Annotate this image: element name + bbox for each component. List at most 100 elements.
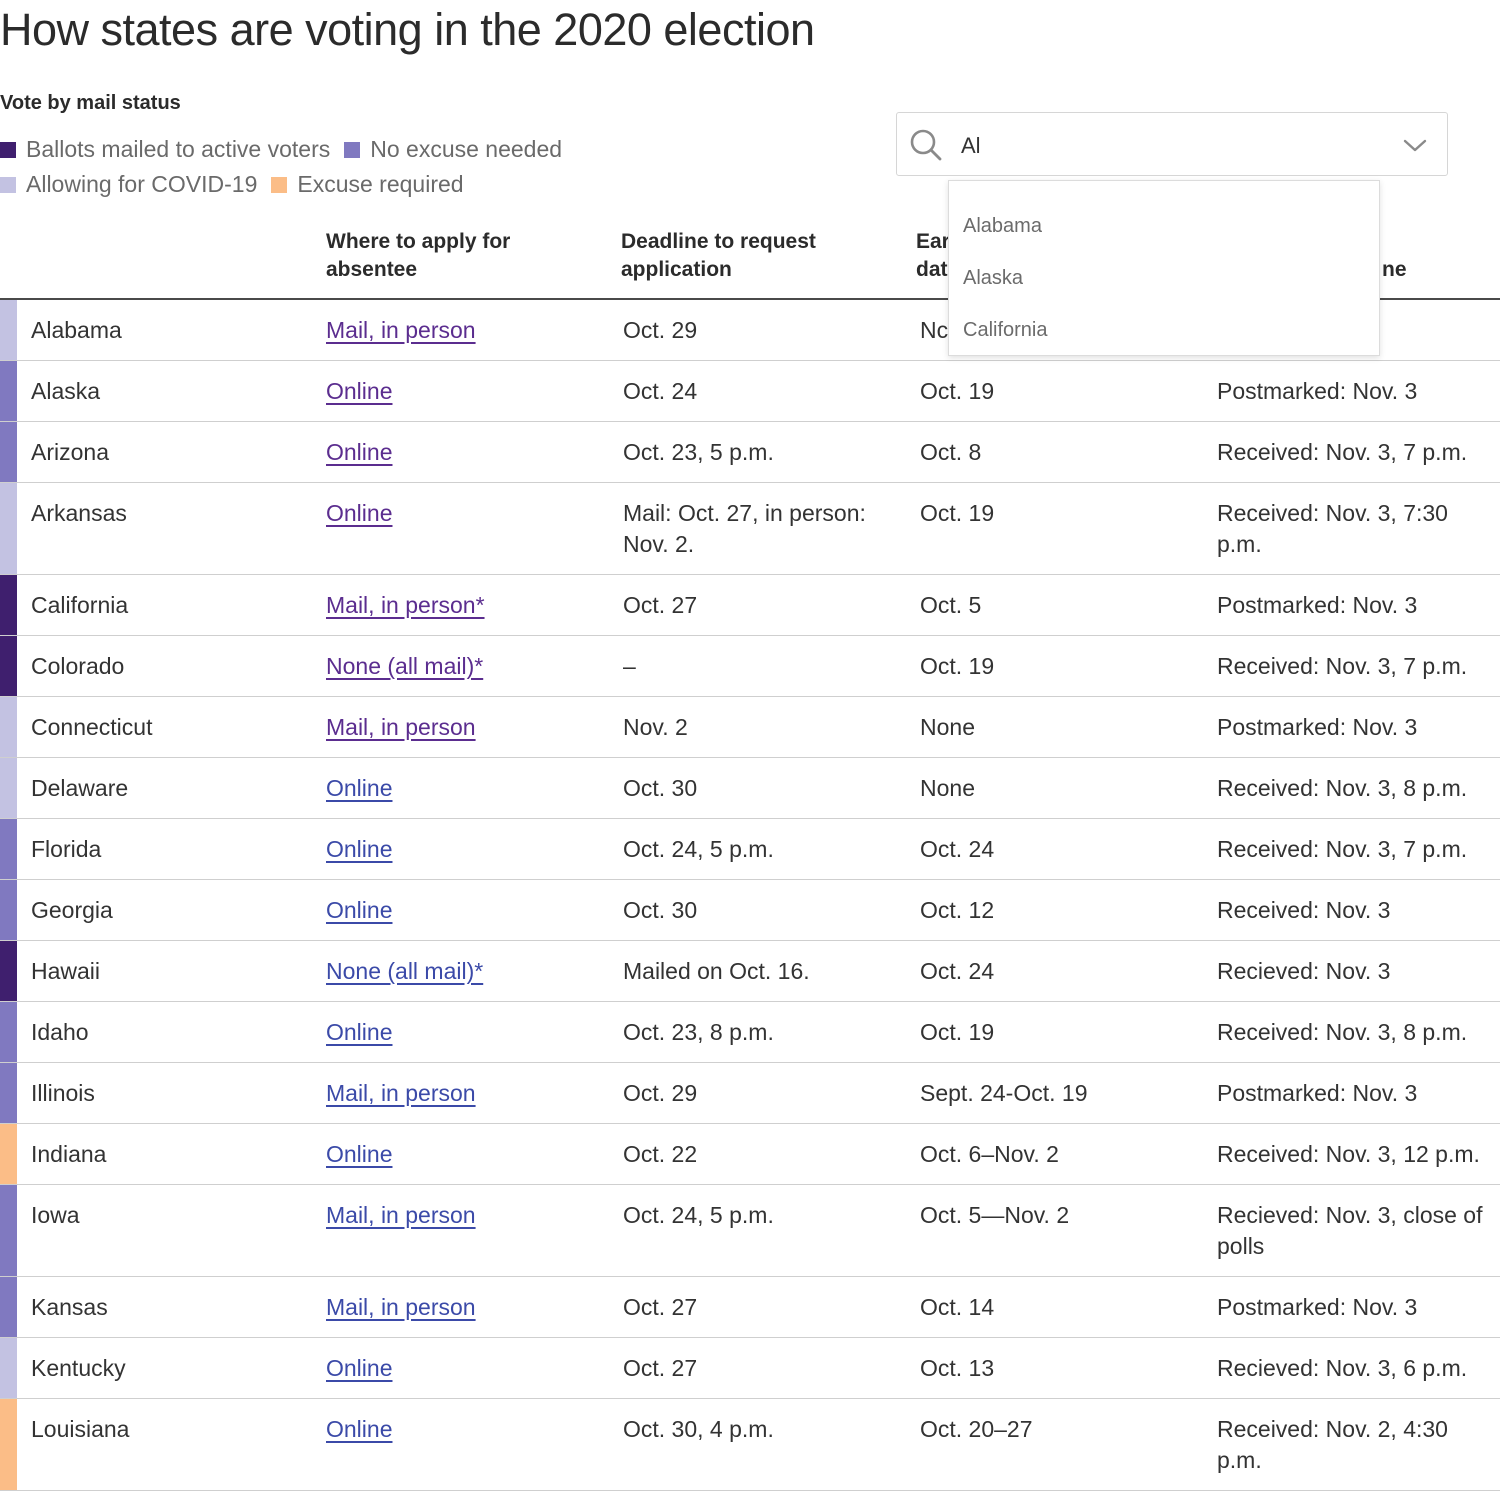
table-row: Illinois Mail, in person Oct. 29 Sept. 24-O…	[0, 1063, 1500, 1124]
return-deadline: Postmarked: Nov. 3	[1217, 714, 1418, 740]
apply-link[interactable]: Online	[326, 437, 606, 468]
apply-link[interactable]: Online	[326, 498, 606, 529]
apply-link[interactable]: Mail, in person*	[326, 590, 606, 621]
status-color-bar	[0, 880, 17, 940]
table-row: Georgia Online Oct. 30 Oct. 12 Received: Nov…	[0, 880, 1500, 941]
legend-swatch	[271, 176, 288, 193]
state-name: Arizona	[31, 439, 109, 465]
state-name: Iowa	[31, 1202, 80, 1228]
state-name: Georgia	[31, 897, 113, 923]
page-title: How states are voting in the 2020 electi…	[0, 4, 815, 55]
request-deadline: Oct. 27	[623, 1355, 698, 1381]
status-color-bar	[0, 819, 17, 879]
early-voting-date: Sept. 24-Oct. 19	[920, 1080, 1088, 1106]
search-input[interactable]: Al	[961, 133, 981, 159]
chevron-down-icon[interactable]	[1401, 133, 1429, 157]
request-deadline: Mailed on Oct. 16.	[623, 958, 810, 984]
table-row: California Mail, in person* Oct. 27 Oct. 5 P…	[0, 575, 1500, 636]
legend-item-covid: Allowing for COVID-19	[0, 171, 257, 198]
return-deadline: Received: Nov. 3, 8 p.m.	[1217, 1019, 1468, 1045]
table-row: Idaho Online Oct. 23, 8 p.m. Oct. 19 Receive…	[0, 1002, 1500, 1063]
early-voting-date: Oct. 19	[920, 378, 995, 404]
request-deadline: Oct. 27	[623, 1294, 698, 1320]
request-deadline: Oct. 30, 4 p.m.	[623, 1416, 774, 1442]
table-row: Colorado None (all mail)* – Oct. 19 Received…	[0, 636, 1500, 697]
state-name: Colorado	[31, 653, 125, 679]
apply-link[interactable]: Mail, in person	[326, 315, 606, 346]
early-voting-date: Oct. 5	[920, 592, 982, 618]
state-name: Florida	[31, 836, 102, 862]
table-row: Kentucky Online Oct. 27 Oct. 13 Recieved: No…	[0, 1338, 1500, 1399]
return-deadline: Recieved: Nov. 3, 6 p.m.	[1217, 1355, 1468, 1381]
apply-link[interactable]: Mail, in person	[326, 712, 606, 743]
return-deadline: Postmarked: Nov. 3	[1217, 592, 1418, 618]
return-deadline: Received: Nov. 2, 4:30 p.m.	[1217, 1416, 1448, 1473]
status-color-bar	[0, 697, 17, 757]
apply-link[interactable]: Online	[326, 376, 606, 407]
apply-link[interactable]: Mail, in person	[326, 1292, 606, 1323]
state-name: Alabama	[31, 317, 122, 343]
table-row: Florida Online Oct. 24, 5 p.m. Oct. 24 Recei…	[0, 819, 1500, 880]
column-header-apply: Where to apply for absentee	[326, 230, 511, 281]
apply-link[interactable]: Online	[326, 834, 606, 865]
state-name: Delaware	[31, 775, 129, 801]
state-search-select[interactable]: Al	[896, 112, 1448, 176]
return-deadline: Postmarked: Nov. 3	[1217, 1294, 1418, 1320]
request-deadline: Oct. 22	[623, 1141, 698, 1167]
request-deadline: Oct. 30	[623, 775, 698, 801]
early-voting-date: Oct. 5—Nov. 2	[920, 1202, 1070, 1228]
state-name: Kansas	[31, 1294, 108, 1320]
column-header-return-deadline: ne	[1382, 258, 1407, 281]
apply-link[interactable]: Online	[326, 1139, 606, 1170]
early-voting-date: Oct. 19	[920, 653, 995, 679]
early-voting-date: None	[920, 775, 975, 801]
state-name: Idaho	[31, 1019, 89, 1045]
table-row: Delaware Online Oct. 30 None Received: Nov. …	[0, 758, 1500, 819]
request-deadline: Mail: Oct. 27, in person: Nov. 2.	[623, 500, 866, 557]
apply-link[interactable]: Online	[326, 1353, 606, 1384]
state-name: Indiana	[31, 1141, 107, 1167]
status-color-bar	[0, 300, 17, 360]
early-voting-date: Oct. 12	[920, 897, 995, 923]
early-voting-date: Oct. 19	[920, 1019, 995, 1045]
early-voting-date: Oct. 24	[920, 836, 995, 862]
status-color-bar	[0, 636, 17, 696]
early-voting-date: None	[920, 714, 975, 740]
return-deadline: Postmarked: Nov. 3	[1217, 378, 1418, 404]
legend-swatch	[0, 176, 16, 193]
dropdown-option-alaska[interactable]: Alaska	[963, 267, 1023, 290]
request-deadline: Nov. 2	[623, 714, 688, 740]
apply-link[interactable]: Online	[326, 1017, 606, 1048]
apply-link[interactable]: None (all mail)*	[326, 651, 606, 682]
early-voting-date: Oct. 6–Nov. 2	[920, 1141, 1059, 1167]
table-row: Louisiana Online Oct. 30, 4 p.m. Oct. 20–27…	[0, 1399, 1500, 1491]
apply-link[interactable]: Online	[326, 1414, 606, 1445]
table-row: Arizona Online Oct. 23, 5 p.m. Oct. 8 Receiv…	[0, 422, 1500, 483]
return-deadline: Recieved: Nov. 3	[1217, 958, 1391, 984]
legend-item-excuse-required: Excuse required	[271, 171, 464, 198]
return-deadline: Received: Nov. 3, 7:30 p.m.	[1217, 500, 1448, 557]
legend-swatch	[344, 141, 361, 158]
column-header-deadline: Deadline to request application	[621, 230, 816, 281]
table-row: Kansas Mail, in person Oct. 27 Oct. 14 Postm…	[0, 1277, 1500, 1338]
table-row: Hawaii None (all mail)* Mailed on Oct. 16.…	[0, 941, 1500, 1002]
request-deadline: Oct. 29	[623, 1080, 698, 1106]
early-voting-date: Oct. 14	[920, 1294, 995, 1320]
state-name: California	[31, 592, 129, 618]
legend-row: Ballots mailed to active voters No excus…	[0, 136, 562, 163]
return-deadline: Recieved: Nov. 3, close of polls	[1217, 1202, 1483, 1259]
status-color-bar	[0, 941, 17, 1001]
legend-label: Ballots mailed to active voters	[26, 136, 331, 162]
return-deadline: Postmarked: Nov. 3	[1217, 1080, 1418, 1106]
dropdown-option-alabama[interactable]: Alabama	[963, 215, 1042, 238]
state-name: Illinois	[31, 1080, 95, 1106]
apply-link[interactable]: Mail, in person	[326, 1200, 606, 1231]
apply-link[interactable]: Online	[326, 773, 606, 804]
legend-item-ballots-mailed: Ballots mailed to active voters	[0, 136, 330, 163]
dropdown-option-california[interactable]: California	[963, 319, 1047, 342]
apply-link[interactable]: Online	[326, 895, 606, 926]
apply-link[interactable]: None (all mail)*	[326, 956, 606, 987]
table-row: Iowa Mail, in person Oct. 24, 5 p.m. Oct. 5…	[0, 1185, 1500, 1277]
search-icon	[910, 129, 942, 161]
apply-link[interactable]: Mail, in person	[326, 1078, 606, 1109]
